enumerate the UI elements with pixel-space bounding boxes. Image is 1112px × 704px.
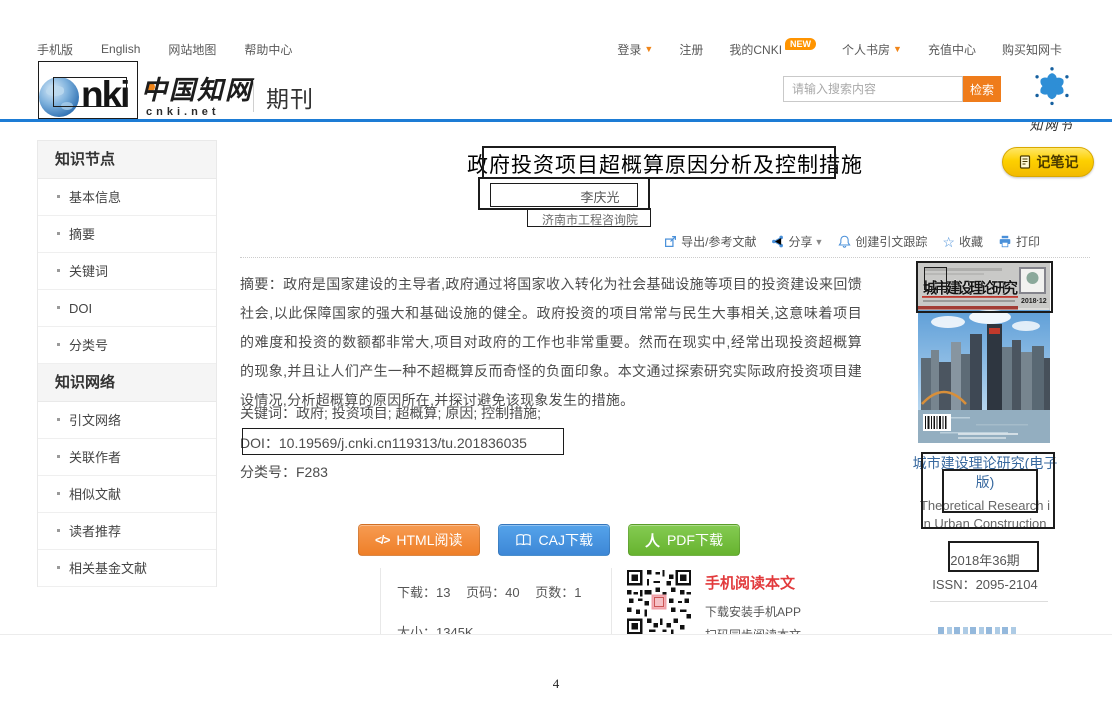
nav-buy-card[interactable]: 购买知网卡 [1002,41,1062,58]
journal-divider [930,601,1048,602]
article-affiliation[interactable]: 济南市工程咨询院 [240,211,940,228]
chevron-down-icon: ▼ [814,237,823,247]
header-blue-bar [0,119,1112,122]
journal-cover-image[interactable]: 城市建设理论研究 2018·12 [918,262,1050,443]
header-divider [253,80,254,112]
print-button[interactable]: 打印 [998,233,1040,250]
nav-personal-bookroom[interactable]: 个人书房▼ [842,41,902,58]
nav-help-center[interactable]: 帮助中心 [244,41,292,58]
stats-numbers: 下载：13 页码：40 页数：1 大小：1345K [380,568,612,634]
mobile-read-line1: 下载安装手机APP [705,603,801,620]
chevron-down-icon: ▼ [644,44,653,54]
share-button[interactable]: 分享 ▼ [771,233,823,250]
star-icon: ☆ [942,235,955,249]
sidebar-item-abstract[interactable]: 摘要 [38,216,216,253]
export-reference-button[interactable]: 导出/参考文献 [664,233,756,250]
sidebar-item-similar-docs[interactable]: 相似文献 [38,476,216,513]
bell-icon [838,235,851,248]
notebook-icon [1018,155,1032,169]
capture-bottom-margin [0,634,1112,704]
sidebar-item-clc[interactable]: 分类号 [38,327,216,364]
page-number-stat: 页码：40 [466,585,519,600]
nav-english[interactable]: English [101,42,140,56]
sidebar-item-citation-network[interactable]: 引文网络 [38,402,216,439]
sidebar-item-related-fund-docs[interactable]: 相关基金文献 [38,550,216,587]
download-button-row: </> HTML阅读 CAJ下载 人 PDF下载 [240,524,858,556]
article-doi: DOI：10.19569/j.cnki.cn119313/tu.20183603… [240,433,527,453]
nav-register[interactable]: 注册 [679,41,703,58]
cutoff-link-text [938,627,1016,634]
svg-text:2018·12: 2018·12 [1021,298,1047,305]
journal-name-en[interactable]: Theoretical Research in Urban Constructi… [919,497,1051,533]
printer-icon [998,235,1012,248]
nav-login[interactable]: 登录▼ [617,41,653,58]
nav-my-cnki[interactable]: 我的CNKINEW [729,41,816,58]
citation-tracking-button[interactable]: 创建引文跟踪 [838,233,927,250]
mobile-read-title: 手机阅读本文 [705,572,801,593]
favorite-button[interactable]: ☆ 收藏 [942,233,983,250]
downloads-count: 下载：13 [397,585,450,600]
search-button[interactable]: 检索 [963,76,1001,102]
article-stats-block: 下载：13 页码：40 页数：1 大小：1345K [380,568,850,634]
document-page-number: 4 [0,676,1112,692]
sidebar-item-basic-info[interactable]: 基本信息 [38,179,216,216]
nav-recharge-center[interactable]: 充值中心 [928,41,976,58]
top-utility-nav: 手机版 English 网站地图 帮助中心 登录▼ 注册 我的CNKINEW 个… [37,38,1062,60]
chevron-down-icon: ▼ [893,44,902,54]
section-title-journal: 期刊 [266,80,314,114]
caj-download-button[interactable]: CAJ下载 [498,524,610,556]
cnki-logo-text[interactable]: nki [81,74,128,116]
article-keywords: 关键词：政府; 投资项目; 超概算; 原因; 控制措施; [240,403,541,423]
cnki-globe-logo-icon[interactable] [39,77,79,117]
nav-sitemap[interactable]: 网站地图 [168,41,216,58]
article-action-bar: 导出/参考文献 分享 ▼ 创建引文跟踪 ☆ 收藏 打印 [595,233,1040,250]
sidebar: 知识节点 基本信息 摘要 关键词 DOI 分类号 知识网络 引文网络 关联作者 … [37,140,217,587]
cnki-domain-text: cnki.net [146,106,220,118]
sidebar-item-keywords[interactable]: 关键词 [38,253,216,290]
zhiwangjie-label: 知网节 [1022,115,1082,134]
svg-text:城市建设理论研究: 城市建设理论研究 [923,279,1018,297]
zhiwangjie-flower-icon [1024,66,1080,110]
qr-code [627,570,691,634]
page-count-stat: 页数：1 [535,585,581,600]
journal-name-cn[interactable]: 城市建设理论研究(电子版) [912,454,1058,492]
nav-mobile-version[interactable]: 手机版 [37,41,73,58]
pdf-person-icon: 人 [645,530,660,551]
html-read-button[interactable]: </> HTML阅读 [358,524,479,556]
journal-issue[interactable]: 2018年36期 [912,550,1058,569]
search-input[interactable] [783,76,963,102]
article-author[interactable]: 李庆光 [240,187,960,206]
pdf-download-button[interactable]: 人 PDF下载 [628,524,740,556]
mobile-read-block: 手机阅读本文 下载安装手机APP 扫码同步阅读本文 [612,568,801,634]
journal-issn: ISSN：2095-2104 [912,574,1058,593]
cnki-article-page: 手机版 English 网站地图 帮助中心 登录▼ 注册 我的CNKINEW 个… [0,0,1112,704]
article-abstract: 摘要：政府是国家建设的主导者,政府通过将国家收入转化为社会基础设施等项目的投资建… [240,270,862,415]
sidebar-section-knowledge-node: 知识节点 [38,141,216,179]
share-icon [771,235,784,248]
book-icon [515,533,532,547]
article-title: 政府投资项目超概算原因分析及控制措施 [240,149,1090,179]
take-notes-button[interactable]: 记笔记 [1002,147,1094,177]
article-clc-number: 分类号：F283 [240,462,328,482]
sidebar-item-related-authors[interactable]: 关联作者 [38,439,216,476]
sidebar-section-knowledge-network: 知识网络 [38,364,216,402]
new-badge: NEW [785,38,816,50]
sidebar-item-reader-recommend[interactable]: 读者推荐 [38,513,216,550]
divider-dotted [240,257,1090,258]
export-icon [664,235,677,248]
code-icon: </> [375,533,389,547]
cnki-chinese-logo[interactable]: 中国知网 [141,70,253,107]
sidebar-item-doi[interactable]: DOI [38,290,216,327]
zhiwangjie-logo: 知网节 [1022,66,1082,134]
